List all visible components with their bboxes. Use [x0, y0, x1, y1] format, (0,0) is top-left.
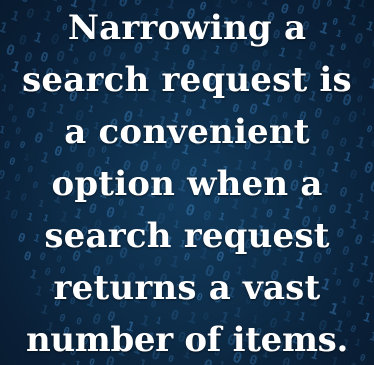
quote-line-6: returns a vast [53, 268, 321, 308]
quote-text: Narrowing a search request is a convenie… [0, 0, 374, 365]
quote-line-5: search request [44, 216, 330, 256]
quote-line-4: option when a [51, 164, 323, 204]
quote-card: 1010001111010100001100100001101000010011… [0, 0, 374, 365]
quote-line-1: Narrowing a [67, 8, 307, 48]
quote-line-3: a convenient [64, 112, 310, 152]
quote-line-2: search request is [22, 60, 352, 100]
quote-line-7: number of items. [25, 320, 349, 360]
